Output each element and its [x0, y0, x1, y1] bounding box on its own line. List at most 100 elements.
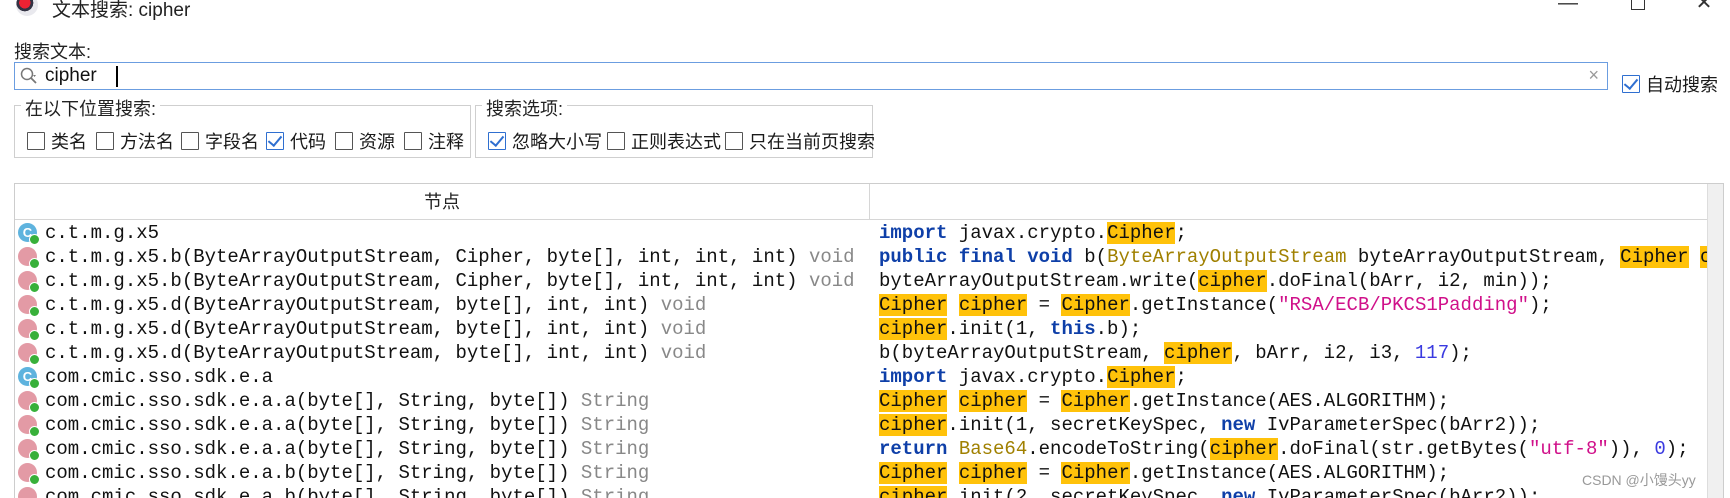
- code-token: .init(1,: [947, 318, 1051, 340]
- table-row[interactable]: Ccom.cmic.sso.sdk.e.a import javax.crypto…: [15, 364, 1709, 389]
- code-snippet: return Base64.encodeToString(cipher.doFi…: [879, 438, 1689, 460]
- node-signature: com.cmic.sso.sdk.e.a.a(byte[], String, b…: [45, 390, 570, 412]
- option-current-page-only[interactable]: 只在当前页搜索: [725, 128, 875, 154]
- match-highlight: Cipher: [1620, 246, 1689, 268]
- checkbox-icon[interactable]: [181, 132, 199, 150]
- table-row[interactable]: c.t.m.g.x5.b(ByteArrayOutputStream, Ciph…: [15, 268, 1709, 293]
- code-snippet: cipher.init(1, this.b);: [879, 318, 1141, 340]
- code-token: ByteArrayOutputStream: [1107, 246, 1347, 268]
- option-ignore-case[interactable]: 忽略大小写: [488, 128, 602, 154]
- checkbox-icon[interactable]: [96, 132, 114, 150]
- node-signature: com.cmic.sso.sdk.e.a.a(byte[], String, b…: [45, 414, 570, 436]
- table-row[interactable]: c.t.m.g.x5.d(ByteArrayOutputStream, byte…: [15, 316, 1709, 341]
- search-options-group: 搜索选项: 忽略大小写 正则表达式 只在当前页搜索: [475, 95, 875, 158]
- table-row[interactable]: c.t.m.g.x5.d(ByteArrayOutputStream, byte…: [15, 292, 1709, 317]
- option-code[interactable]: 代码: [266, 128, 326, 154]
- code-token: .getInstance(AES.ALGORITHM);: [1129, 462, 1450, 484]
- code-token: new: [1221, 414, 1256, 436]
- clear-icon[interactable]: ×: [1588, 65, 1599, 86]
- node-signature: c.t.m.g.x5.d(ByteArrayOutputStream, byte…: [45, 318, 650, 340]
- code-token: )),: [1608, 438, 1655, 460]
- method-icon: [18, 343, 40, 365]
- search-field[interactable]: ×: [14, 62, 1608, 90]
- code-token: .b);: [1095, 318, 1142, 340]
- code-snippet: Cipher cipher = Cipher.getInstance(AES.A…: [879, 390, 1449, 412]
- checkbox-checked-icon[interactable]: [1622, 75, 1640, 93]
- table-row[interactable]: Cc.t.m.g.x5 import javax.crypto.Cipher;: [15, 220, 1709, 245]
- match-highlight: Cipher: [1061, 462, 1130, 484]
- node-signature: com.cmic.sso.sdk.e.a.b(byte[], String, b…: [45, 462, 570, 484]
- code-token: javax.crypto.: [958, 222, 1108, 244]
- vertical-scrollbar[interactable]: [1707, 184, 1723, 498]
- title-bar: 文本搜索: cipher — ✕: [0, 0, 1730, 21]
- checkbox-icon[interactable]: [725, 132, 743, 150]
- match-highlight: cipher: [879, 414, 948, 436]
- checkbox-icon[interactable]: [27, 132, 45, 150]
- code-token: , bArr, i2, i3,: [1232, 342, 1415, 364]
- close-button[interactable]: ✕: [1692, 0, 1716, 16]
- option-regex[interactable]: 正则表达式: [607, 128, 721, 154]
- class-icon: C: [18, 367, 40, 389]
- option-label: 资源: [359, 132, 395, 152]
- maximize-button[interactable]: [1626, 0, 1650, 16]
- code-token: this: [1050, 318, 1096, 340]
- return-type: void: [660, 342, 707, 364]
- code-token: javax.crypto.: [958, 366, 1108, 388]
- table-row[interactable]: c.t.m.g.x5.b(ByteArrayOutputStream, Ciph…: [15, 244, 1723, 269]
- code-token: byteArrayOutputStream,: [1346, 246, 1621, 268]
- code-snippet: Cipher cipher = Cipher.getInstance("RSA/…: [879, 294, 1552, 316]
- code-token: .encodeToString(: [1027, 438, 1210, 460]
- code-snippet: Cipher cipher = Cipher.getInstance(AES.A…: [879, 462, 1449, 484]
- match-highlight: Cipher: [1107, 366, 1176, 388]
- window-title: 文本搜索: cipher: [52, 0, 191, 21]
- table-row[interactable]: com.cmic.sso.sdk.e.a.a(byte[], String, b…: [15, 436, 1709, 461]
- option-resource[interactable]: 资源: [335, 128, 395, 154]
- node-signature: c.t.m.g.x5.b(ByteArrayOutputStream, Ciph…: [45, 246, 798, 268]
- watermark: CSDN @小馒头yy: [1582, 472, 1696, 488]
- search-text-label: 搜索文本:: [14, 42, 92, 62]
- results-table[interactable]: 节点 Cc.t.m.g.x5 import javax.crypto.Cipher…: [14, 183, 1724, 498]
- code-snippet: cipher.init(1, secretKeySpec, new IvPara…: [879, 414, 1540, 436]
- match-highlight: Cipher: [879, 294, 948, 316]
- code-token: =: [1027, 390, 1062, 412]
- checkbox-checked-icon[interactable]: [266, 132, 284, 150]
- return-type: String: [580, 414, 650, 436]
- option-comment[interactable]: 注释: [404, 128, 464, 154]
- match-highlight: cipher: [1209, 438, 1279, 460]
- column-header-node[interactable]: 节点: [15, 184, 870, 220]
- search-input[interactable]: [45, 64, 1545, 88]
- node-signature: com.cmic.sso.sdk.e.a.a(byte[], String, b…: [45, 438, 570, 460]
- code-token: "utf-8": [1528, 438, 1609, 460]
- checkbox-icon[interactable]: [607, 132, 625, 150]
- table-row[interactable]: com.cmic.sso.sdk.e.a.a(byte[], String, b…: [15, 412, 1709, 437]
- auto-search-checkbox[interactable]: 自动搜索: [1622, 71, 1718, 97]
- code-snippet: byteArrayOutputStream.write(cipher.doFin…: [879, 270, 1552, 292]
- node-cell: com.cmic.sso.sdk.e.a.b(byte[], String, b…: [45, 486, 649, 498]
- table-row[interactable]: com.cmic.sso.sdk.e.a.a(byte[], String, b…: [15, 388, 1709, 413]
- checkbox-icon[interactable]: [404, 132, 422, 150]
- node-cell: com.cmic.sso.sdk.e.a.a(byte[], String, b…: [45, 438, 649, 460]
- option-label: 方法名: [120, 132, 174, 152]
- option-class-name[interactable]: 类名: [27, 128, 87, 154]
- method-icon: [18, 439, 40, 461]
- node-cell: c.t.m.g.x5.b(ByteArrayOutputStream, Ciph…: [45, 270, 855, 292]
- table-row[interactable]: com.cmic.sso.sdk.e.a.b(byte[], String, b…: [15, 484, 1709, 498]
- checkbox-checked-icon[interactable]: [488, 132, 506, 150]
- minimize-button[interactable]: —: [1556, 0, 1580, 16]
- table-row[interactable]: com.cmic.sso.sdk.e.a.b(byte[], String, b…: [15, 460, 1709, 485]
- match-highlight: cipher: [958, 294, 1028, 316]
- option-method-name[interactable]: 方法名: [96, 128, 174, 154]
- return-type: String: [580, 462, 650, 484]
- match-highlight: Cipher: [879, 462, 948, 484]
- search-icon[interactable]: [19, 66, 39, 86]
- option-label: 字段名: [205, 132, 259, 152]
- checkbox-icon[interactable]: [335, 132, 353, 150]
- code-snippet: cipher.init(2, secretKeySpec, new IvPara…: [879, 486, 1540, 498]
- table-row[interactable]: c.t.m.g.x5.d(ByteArrayOutputStream, byte…: [15, 340, 1709, 365]
- option-field-name[interactable]: 字段名: [181, 128, 259, 154]
- return-type: void: [660, 294, 707, 316]
- method-icon: [18, 487, 37, 498]
- node-cell: com.cmic.sso.sdk.e.a.b(byte[], String, b…: [45, 462, 649, 484]
